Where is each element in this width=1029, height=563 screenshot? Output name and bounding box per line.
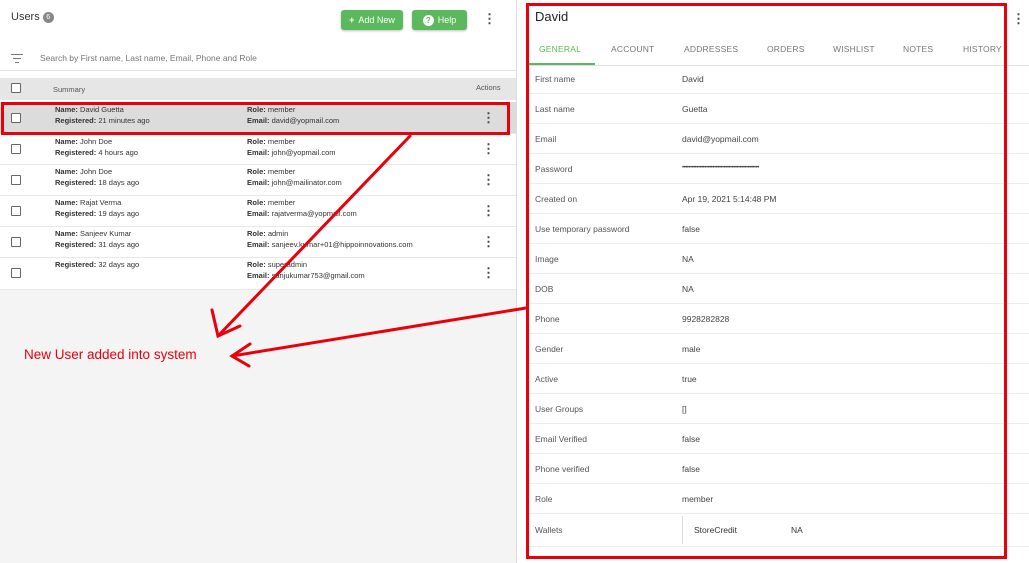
- arrow-line-from-panel: [230, 306, 528, 358]
- annotation-text: New User added into system: [24, 347, 197, 362]
- annotation-arrows: [210, 134, 528, 368]
- arrow-line-from-row: [216, 134, 412, 338]
- arrow-head-from-row: [210, 308, 242, 339]
